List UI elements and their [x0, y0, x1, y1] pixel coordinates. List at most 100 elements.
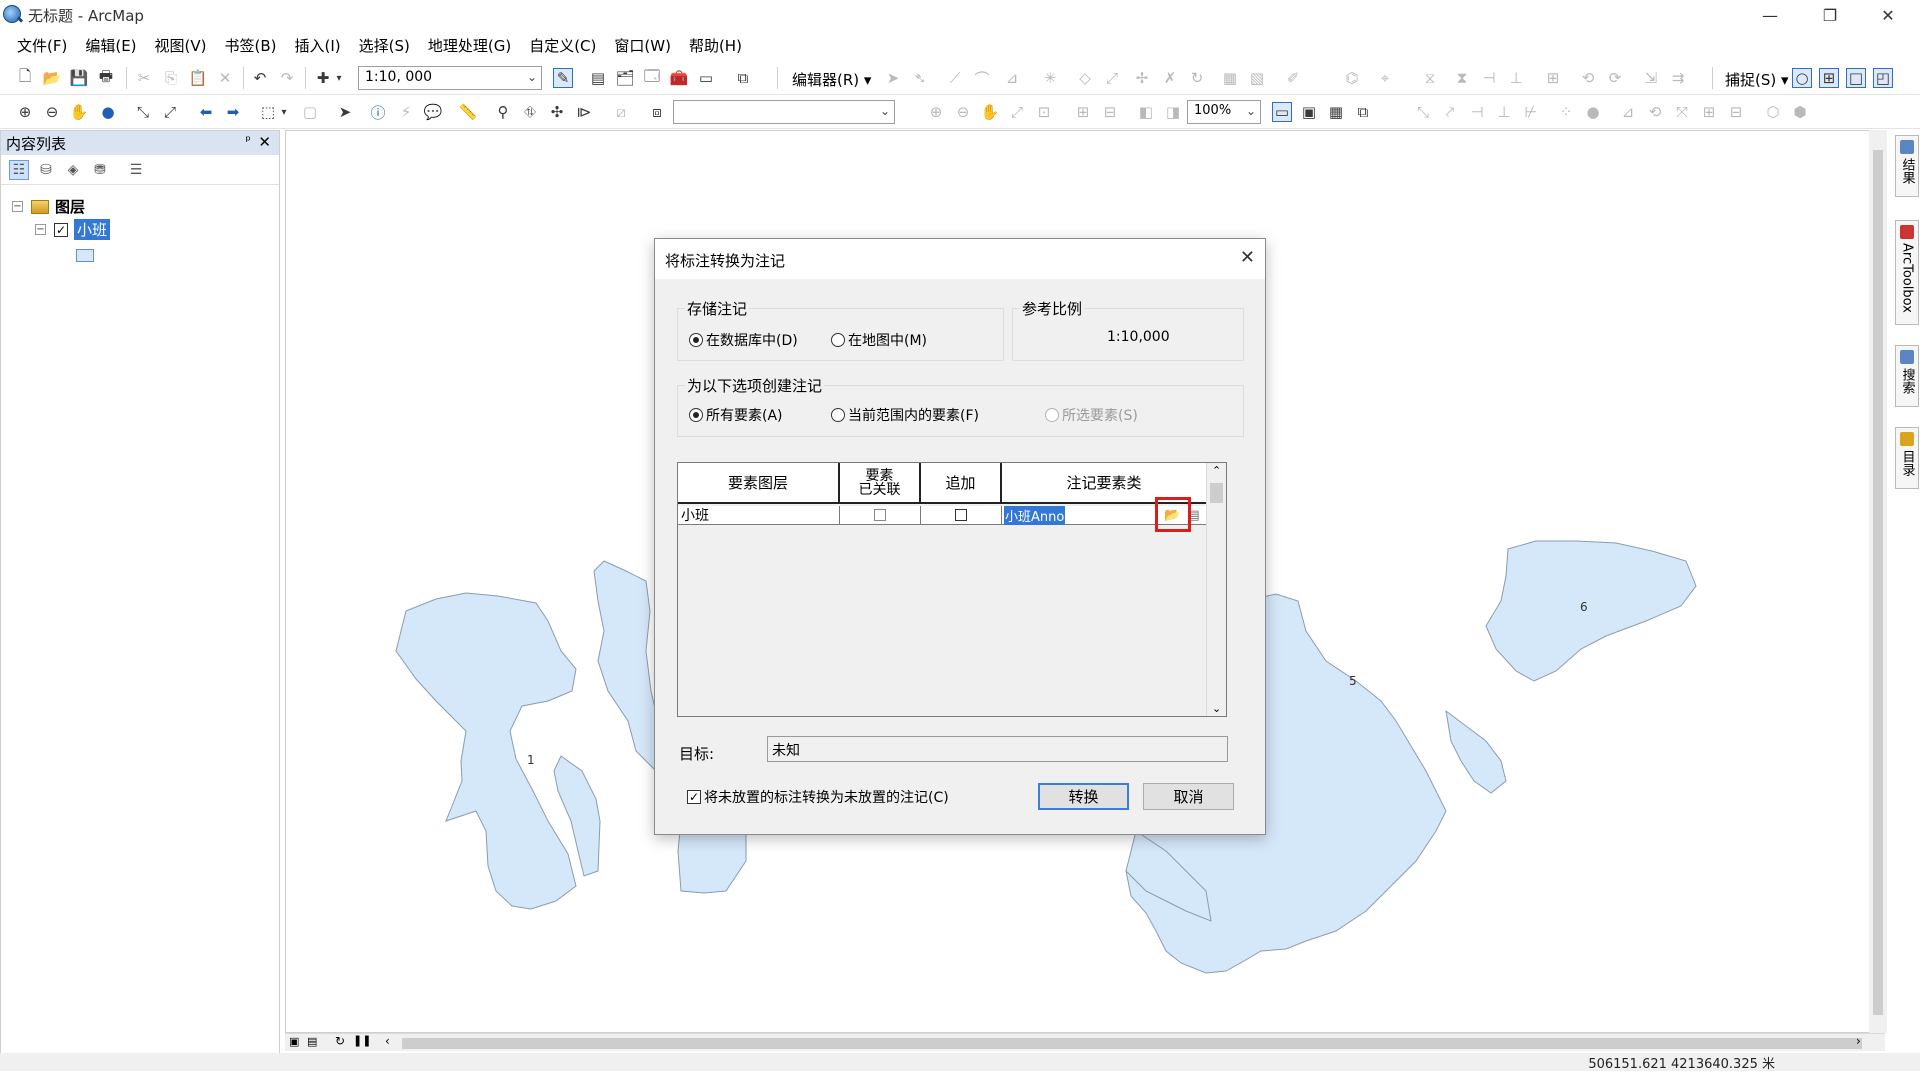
- trim-icon[interactable]: ⊣: [1479, 68, 1499, 88]
- copy-parallel-icon[interactable]: ⇉: [1668, 68, 1688, 88]
- layout-pan-icon[interactable]: ✋: [980, 102, 1000, 122]
- menu-selection[interactable]: 选择(S): [350, 35, 419, 56]
- html-popup-icon[interactable]: 💬: [423, 102, 443, 122]
- tree-layer-xiaoban[interactable]: − ✓ 小班: [35, 219, 111, 240]
- arc-segment-icon[interactable]: ⌒: [972, 68, 992, 88]
- split-icon[interactable]: ✗: [1160, 68, 1180, 88]
- point-snapping-icon[interactable]: ○: [1792, 68, 1812, 88]
- cut-icon[interactable]: ✂: [134, 68, 154, 88]
- smooth-icon[interactable]: ⟳: [1605, 68, 1625, 88]
- georef-icon-9[interactable]: ⟲: [1645, 102, 1665, 122]
- topology-icon[interactable]: ⌬: [1342, 68, 1362, 88]
- focus-data-frame-icon[interactable]: ▣: [1299, 102, 1319, 122]
- menu-file[interactable]: 文件(F): [8, 35, 76, 56]
- georeferencing-icon[interactable]: ⌖: [1375, 68, 1395, 88]
- linked-checkbox[interactable]: [874, 509, 886, 521]
- editor-menu[interactable]: 编辑器(R) ▾: [792, 69, 871, 90]
- edge-snapping-icon[interactable]: ◰: [1873, 68, 1893, 88]
- cancel-button[interactable]: 取消: [1143, 783, 1234, 810]
- table-row[interactable]: 小班 小班Anno: [678, 505, 1208, 525]
- layout-view-icon[interactable]: ▤: [307, 1035, 317, 1048]
- advanced-edit-icon[interactable]: ⧖: [1420, 68, 1440, 88]
- list-by-visibility-icon[interactable]: ◈: [63, 160, 83, 180]
- tree-root-layers[interactable]: − 图层: [12, 196, 85, 217]
- attributes-icon[interactable]: ▦: [1220, 68, 1240, 88]
- dock-tab-catalog[interactable]: 目录: [1895, 427, 1919, 489]
- redo-icon[interactable]: ↷: [277, 68, 297, 88]
- options-icon[interactable]: ☰: [126, 160, 146, 180]
- annotation-class-name[interactable]: 小班Anno: [1004, 505, 1066, 525]
- next-extent-icon[interactable]: ◨: [1163, 102, 1183, 122]
- menu-edit[interactable]: 编辑(E): [76, 35, 145, 56]
- paste-icon[interactable]: 📋: [188, 68, 208, 88]
- convert-button[interactable]: 转换: [1038, 783, 1129, 810]
- arctoolbox-icon[interactable]: 🧰: [669, 68, 689, 88]
- georef-icon-2[interactable]: ⤤: [1440, 102, 1460, 122]
- snapping-menu[interactable]: 捕捉(S) ▾: [1725, 69, 1789, 90]
- delete-icon[interactable]: ✕: [215, 68, 235, 88]
- georef-icon-14[interactable]: ⬢: [1790, 102, 1810, 122]
- scroll-thumb[interactable]: [1873, 150, 1883, 1015]
- scroll-thumb[interactable]: [402, 1038, 1862, 1049]
- unplaced-labels-checkbox[interactable]: ✓ 将未放置的标注转换为未放置的注记(C): [687, 787, 949, 807]
- select-dropdown-icon[interactable]: ▾: [278, 102, 290, 122]
- store-in-map-radio[interactable]: 在地图中(M): [831, 330, 927, 350]
- georef-icon-3[interactable]: ⊣: [1467, 102, 1487, 122]
- menu-insert[interactable]: 插入(I): [286, 35, 350, 56]
- layout-focus-icon[interactable]: ⧈: [647, 102, 667, 122]
- store-in-database-radio[interactable]: 在数据库中(D): [689, 330, 798, 350]
- layer-name[interactable]: 小班: [74, 219, 111, 240]
- append-checkbox[interactable]: [955, 509, 967, 521]
- georef-icon-4[interactable]: ⊥: [1494, 102, 1514, 122]
- catalog-window-icon[interactable]: 🗂: [615, 68, 635, 88]
- menu-view[interactable]: 视图(V): [146, 35, 216, 56]
- georef-icon-13[interactable]: ⬡: [1763, 102, 1783, 122]
- polygon-6[interactable]: [1485, 540, 1697, 682]
- edit-annotation-icon[interactable]: ➴: [910, 68, 930, 88]
- identify-icon[interactable]: ⓘ: [368, 102, 388, 122]
- cell-linked[interactable]: [840, 506, 921, 524]
- collapse-icon[interactable]: −: [12, 201, 23, 212]
- straight-segment-icon[interactable]: ⟋: [945, 68, 965, 88]
- point-icon[interactable]: ✳: [1040, 68, 1060, 88]
- table-of-contents-icon[interactable]: ▤: [588, 68, 608, 88]
- dialog-close-button[interactable]: ✕: [1240, 247, 1255, 268]
- create-viewer-window-icon[interactable]: ⧄: [611, 102, 631, 122]
- map-vertical-scrollbar[interactable]: [1869, 130, 1887, 1033]
- forward-arrow-icon[interactable]: ➡: [223, 102, 243, 122]
- dock-tab-arctoolbox[interactable]: ArcToolbox: [1895, 220, 1919, 325]
- copy-icon[interactable]: ⎘: [161, 68, 181, 88]
- measure-icon[interactable]: 📏: [458, 102, 478, 122]
- model-builder-icon[interactable]: ⧉: [733, 68, 753, 88]
- line-intersection-icon[interactable]: ⊥: [1506, 68, 1526, 88]
- menu-geoprocessing[interactable]: 地理处理(G): [419, 35, 520, 56]
- zoom-out-icon[interactable]: ⊖: [42, 102, 62, 122]
- explode-icon[interactable]: ⊞: [1543, 68, 1563, 88]
- back-arrow-icon[interactable]: ⬅: [196, 102, 216, 122]
- dock-tab-search[interactable]: 搜索: [1895, 345, 1919, 407]
- add-data-dropdown-icon[interactable]: ▾: [333, 68, 345, 88]
- menu-customize[interactable]: 自定义(C): [520, 35, 605, 56]
- data-view-icon[interactable]: ▣: [289, 1035, 299, 1048]
- georef-icon-7[interactable]: ●: [1583, 102, 1603, 122]
- layout-zoom-out-icon[interactable]: ⊖: [953, 102, 973, 122]
- change-layout-icon[interactable]: ▦: [1326, 102, 1346, 122]
- close-icon[interactable]: ✕: [258, 133, 271, 151]
- scroll-left-icon[interactable]: ‹: [385, 1034, 390, 1048]
- map-horizontal-scrollbar[interactable]: ▣ ▤ ↻ ❚❚ ‹ ›: [285, 1033, 1885, 1051]
- hyperlink-icon[interactable]: ⚡: [396, 102, 416, 122]
- georef-icon-10[interactable]: ⤧: [1672, 102, 1692, 122]
- select-elements-arrow-icon[interactable]: ➤: [335, 102, 355, 122]
- menu-bookmarks[interactable]: 书签(B): [216, 35, 286, 56]
- georef-icon-8[interactable]: ⊿: [1618, 102, 1638, 122]
- fixed-zoom-out-layout-icon[interactable]: ⊟: [1100, 102, 1120, 122]
- clear-selection-icon[interactable]: ▢: [300, 102, 320, 122]
- layer-target-combo[interactable]: ⌄: [673, 100, 895, 124]
- refresh-icon[interactable]: ↻: [335, 1034, 345, 1048]
- find-binoculars-icon[interactable]: ⚲: [493, 102, 513, 122]
- georef-icon-12[interactable]: ⊟: [1726, 102, 1746, 122]
- pause-drawing-icon[interactable]: ❚❚: [353, 1034, 371, 1047]
- dock-tab-results[interactable]: 结果: [1895, 135, 1919, 197]
- cell-append[interactable]: [921, 506, 1002, 524]
- go-to-xy-icon[interactable]: ✣: [547, 102, 567, 122]
